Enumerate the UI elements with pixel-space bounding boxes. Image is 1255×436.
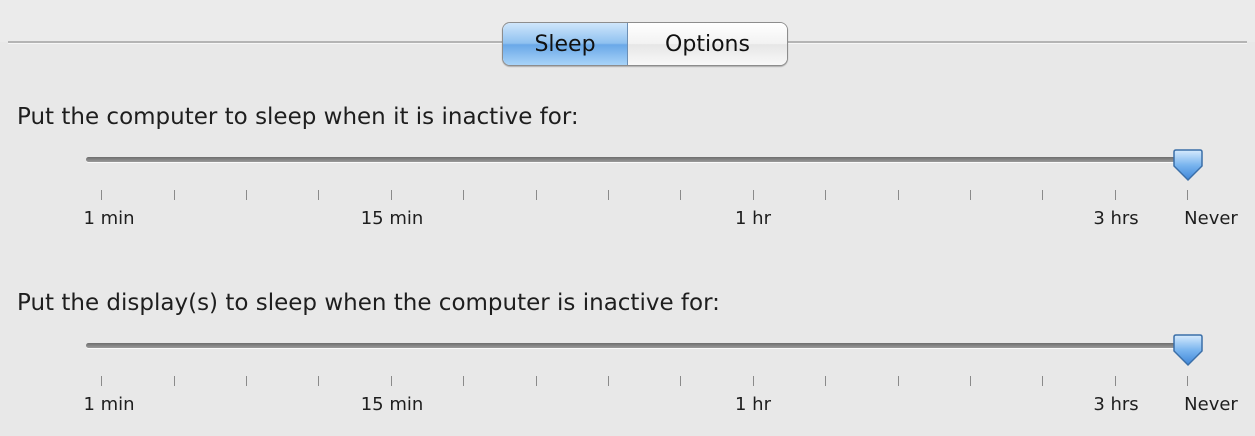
tick-mark [391,376,392,386]
tick-mark [174,376,175,386]
tick-mark [825,376,826,386]
tick-label-3-hrs: 3 hrs [1093,394,1139,415]
tick-mark [174,190,175,200]
tick-mark [463,190,464,200]
computer-sleep-slider-knob[interactable] [1171,148,1205,182]
tick-label-never: Never [1184,208,1238,229]
display-sleep-slider-track[interactable] [86,343,1200,348]
tick-mark [898,376,899,386]
tick-mark [391,190,392,200]
tab-options[interactable]: Options [628,23,787,65]
tick-mark [318,190,319,200]
tick-mark [246,376,247,386]
tick-mark [680,190,681,200]
display-sleep-label: Put the display(s) to sleep when the com… [17,290,720,316]
computer-sleep-label: Put the computer to sleep when it is ina… [17,104,579,130]
tick-mark [1042,376,1043,386]
tick-mark [1187,376,1188,386]
tick-mark [680,376,681,386]
tick-mark [825,190,826,200]
tick-mark [753,190,754,200]
tick-mark [970,376,971,386]
tab-segmented-control: Sleep Options [502,22,788,66]
tick-label-1-hr: 1 hr [735,394,771,415]
tick-label-1-hr: 1 hr [735,208,771,229]
tick-mark [898,190,899,200]
tick-mark [608,376,609,386]
tick-mark [318,376,319,386]
tick-mark [1115,190,1116,200]
tick-label-1-min: 1 min [83,208,135,229]
tick-mark [1115,376,1116,386]
tick-label-1-min: 1 min [83,394,135,415]
tick-mark [101,376,102,386]
tick-mark [101,190,102,200]
tick-mark [1042,190,1043,200]
tick-mark [536,190,537,200]
computer-sleep-slider-track[interactable] [86,157,1200,162]
tick-mark [1187,190,1188,200]
tick-label-15-min: 15 min [360,394,424,415]
tab-sleep[interactable]: Sleep [503,23,628,65]
tick-label-3-hrs: 3 hrs [1093,208,1139,229]
tick-label-never: Never [1184,394,1238,415]
tick-mark [753,376,754,386]
tick-mark [463,376,464,386]
tick-mark [608,190,609,200]
tick-mark [246,190,247,200]
tick-label-15-min: 15 min [360,208,424,229]
tick-mark [536,376,537,386]
display-sleep-slider-knob[interactable] [1171,333,1205,367]
tick-mark [970,190,971,200]
